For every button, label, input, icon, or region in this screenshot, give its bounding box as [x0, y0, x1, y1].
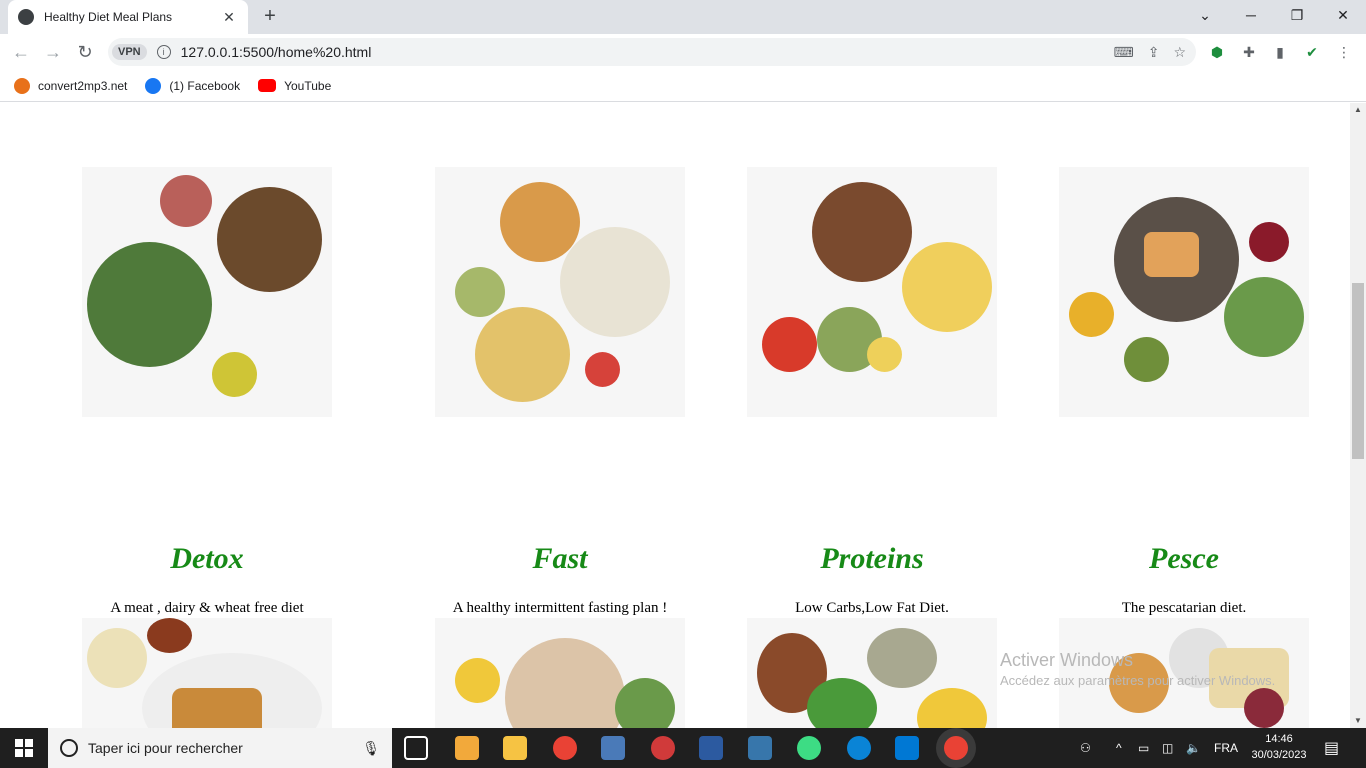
- taskbar-search-box[interactable]: Taper ici pour rechercher 🎙: [48, 728, 392, 768]
- diet-card-image-row2-2: [435, 618, 685, 728]
- vpn-badge[interactable]: VPN: [112, 44, 147, 60]
- youtube-icon: [258, 79, 277, 92]
- bookmark-label: convert2mp3.net: [38, 78, 128, 93]
- menu-kebab-icon[interactable]: ⋮: [1335, 43, 1353, 61]
- app-icon-network[interactable]: [601, 736, 625, 760]
- diet-card-image-row2-1: [82, 618, 332, 728]
- card-title: Detox: [170, 542, 244, 575]
- notifications-icon[interactable]: ▤: [1324, 728, 1339, 768]
- convert2mp3-icon: [14, 77, 30, 94]
- edge-icon[interactable]: [847, 736, 871, 760]
- tray-chevron-icon[interactable]: ^: [1116, 728, 1122, 768]
- dev-app-icon[interactable]: [699, 736, 723, 760]
- watermark-subtitle: Accédez aux paramètres pour activer Wind…: [1000, 673, 1276, 688]
- card-description: Low Carbs,Low Fat Diet.: [795, 600, 949, 616]
- people-icon[interactable]: ⚇: [1080, 728, 1091, 768]
- bookmark-facebook[interactable]: (1) Facebook: [145, 77, 241, 94]
- bookmark-star-icon[interactable]: ☆: [1173, 44, 1186, 61]
- scroll-down-arrow-icon[interactable]: ▼: [1350, 714, 1366, 728]
- language-indicator[interactable]: FRA: [1214, 728, 1238, 768]
- proteins-food-image: [747, 167, 997, 417]
- python-icon[interactable]: [748, 736, 772, 760]
- minimize-icon[interactable]: ─: [1228, 0, 1274, 30]
- volume-icon[interactable]: 🔈: [1186, 728, 1201, 768]
- diet-card-pesce: Pesce The pescatarian diet.: [1059, 167, 1309, 616]
- close-tab-icon[interactable]: ✕: [220, 9, 238, 26]
- battery-icon[interactable]: ▭: [1138, 728, 1149, 768]
- pesce-food-image: [1059, 167, 1309, 417]
- vpn-extension-icon[interactable]: ⬢: [1208, 43, 1226, 61]
- facebook-icon: [145, 77, 162, 94]
- restore-icon[interactable]: ❐: [1274, 0, 1320, 30]
- windows-taskbar: Taper ici pour rechercher 🎙 ⚇ ^ ▭ ◫ 🔈 FR…: [0, 728, 1366, 768]
- bookmark-convert2mp3[interactable]: convert2mp3.net: [14, 77, 128, 94]
- diet-card-image-row2-3: [747, 618, 997, 728]
- windows-logo-icon: [15, 739, 33, 757]
- system-clock[interactable]: 14:46 30/03/2023: [1246, 731, 1312, 763]
- cortana-circle-icon: [60, 739, 78, 757]
- share-icon[interactable]: ⇪: [1148, 44, 1160, 61]
- card-description: A meat , dairy & wheat free diet: [110, 600, 304, 616]
- clock-time: 14:46: [1265, 733, 1293, 745]
- translate-icon[interactable]: ⌨: [1113, 44, 1133, 61]
- search-placeholder: Taper ici pour rechercher: [88, 740, 243, 756]
- globe-icon: [18, 9, 34, 25]
- windows-activation-watermark: Activer Windows Accédez aux paramètres p…: [1000, 650, 1275, 688]
- browser-tab[interactable]: Healthy Diet Meal Plans ✕: [8, 0, 248, 34]
- network-icon[interactable]: ◫: [1162, 728, 1173, 768]
- tab-strip: Healthy Diet Meal Plans ✕ + ⌄ ─ ❐ ✕: [0, 0, 1366, 34]
- card-title: Fast: [532, 542, 588, 575]
- card-description: A healthy intermittent fasting plan !: [452, 600, 668, 616]
- reload-icon[interactable]: ↻: [74, 41, 96, 63]
- tab-search-chevron-icon[interactable]: ⌄: [1182, 0, 1228, 30]
- bookmark-label: (1) Facebook: [169, 78, 241, 93]
- clock-date: 30/03/2023: [1251, 749, 1307, 761]
- forward-arrow-icon[interactable]: →: [42, 41, 64, 63]
- new-tab-button[interactable]: +: [258, 5, 282, 28]
- chrome-icon[interactable]: [553, 736, 577, 760]
- microsoft-store-icon[interactable]: [455, 736, 479, 760]
- page-scrollbar[interactable]: ▲ ▼: [1350, 103, 1366, 728]
- close-window-icon[interactable]: ✕: [1320, 0, 1366, 30]
- diet-card-proteins: Proteins Low Carbs,Low Fat Diet.: [747, 167, 997, 616]
- bookmark-label: YouTube: [284, 78, 332, 93]
- card-description: The pescatarian diet.: [1121, 600, 1247, 616]
- diet-card-fast: Fast A healthy intermittent fasting plan…: [435, 167, 685, 616]
- android-studio-icon[interactable]: [797, 736, 821, 760]
- bookmarks-bar: convert2mp3.net (1) Facebook YouTube: [0, 70, 1366, 102]
- detox-food-image: [82, 167, 332, 417]
- diet-card-detox: Detox A meat , dairy & wheat free diet: [82, 167, 332, 616]
- scrollbar-thumb[interactable]: [1352, 283, 1364, 459]
- start-button[interactable]: [0, 728, 48, 768]
- shield-check-icon[interactable]: ✔: [1303, 43, 1321, 61]
- page-content: Detox A meat , dairy & wheat free diet F…: [0, 103, 1350, 728]
- vscode-icon[interactable]: [895, 736, 919, 760]
- card-title: Pesce: [1149, 542, 1219, 575]
- task-view-icon[interactable]: [404, 736, 428, 760]
- tab-title: Healthy Diet Meal Plans: [44, 10, 173, 24]
- watermark-title: Activer Windows: [1000, 650, 1134, 670]
- fast-food-image: [435, 167, 685, 417]
- file-explorer-icon[interactable]: [503, 736, 527, 760]
- browser-toolbar: ← → ↻ VPN i 127.0.0.1:5500/home%20.html …: [0, 34, 1366, 70]
- microphone-icon[interactable]: 🎙: [362, 740, 380, 757]
- scroll-up-arrow-icon[interactable]: ▲: [1350, 103, 1366, 117]
- bookmark-youtube[interactable]: YouTube: [258, 79, 331, 93]
- card-title: Proteins: [820, 542, 924, 575]
- url-text[interactable]: 127.0.0.1:5500/home%20.html: [181, 44, 372, 60]
- side-panel-icon[interactable]: ▮: [1271, 43, 1289, 61]
- extensions-puzzle-icon[interactable]: ✚: [1240, 43, 1258, 61]
- site-info-icon[interactable]: i: [156, 45, 171, 59]
- chrome-active-icon[interactable]: [944, 736, 968, 760]
- app-icon-snipping[interactable]: [651, 736, 675, 760]
- back-arrow-icon[interactable]: ←: [10, 41, 32, 63]
- address-bar[interactable]: VPN i 127.0.0.1:5500/home%20.html ⌨ ⇪ ☆: [108, 38, 1196, 66]
